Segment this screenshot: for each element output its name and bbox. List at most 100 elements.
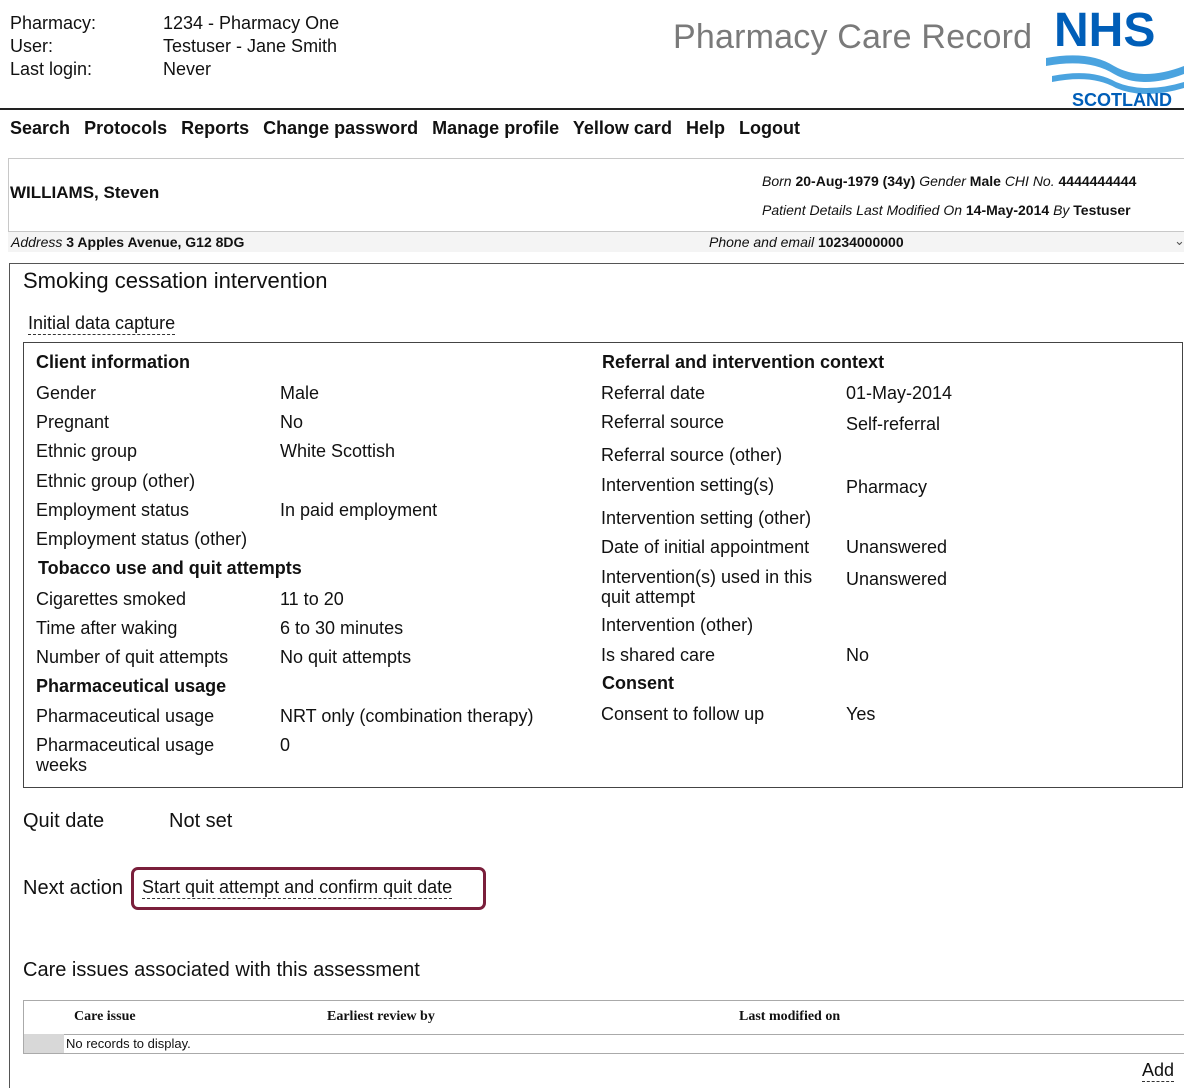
- user-label: User:: [10, 36, 54, 56]
- nav-manage-profile[interactable]: Manage profile: [432, 118, 559, 138]
- app-title: Pharmacy Care Record: [673, 18, 1033, 56]
- logo-nhs-text: NHS: [1054, 4, 1155, 57]
- field-value: NRT only (combination therapy): [280, 706, 534, 726]
- nav-search[interactable]: Search: [10, 118, 70, 138]
- field-value: 11 to 20: [280, 589, 344, 609]
- nav-protocols[interactable]: Protocols: [84, 118, 167, 138]
- field-label: Consent to follow up: [601, 704, 765, 724]
- nav-change-password[interactable]: Change password: [263, 118, 418, 138]
- field-label: Intervention setting(s): [601, 475, 775, 495]
- field-label: Is shared care: [601, 645, 716, 665]
- phone-line: Phone and email 10234000000: [709, 234, 904, 250]
- field-value: Pharmacy: [846, 477, 928, 497]
- patient-age: (34y): [882, 173, 916, 189]
- next-action-label: Next action: [23, 877, 124, 899]
- consent-heading: Consent: [602, 673, 674, 693]
- pharmacy-label: Pharmacy:: [10, 13, 97, 33]
- nav-help[interactable]: Help: [686, 118, 725, 138]
- field-value: No: [846, 645, 870, 665]
- field-label: Employment status (other): [36, 529, 248, 549]
- initial-data-capture-label[interactable]: Initial data capture: [28, 313, 176, 335]
- field-label: Pregnant: [36, 412, 110, 432]
- field-label: Time after waking: [36, 618, 178, 638]
- initial-data-capture-link[interactable]: Initial data capture: [28, 313, 176, 335]
- referral-heading: Referral and intervention context: [602, 352, 885, 372]
- address-line: Address 3 Apples Avenue, G12 8DG: [11, 234, 244, 250]
- modified-date: 14-May-2014: [965, 202, 1050, 218]
- login-value: Never: [163, 59, 212, 79]
- start-quit-attempt-link[interactable]: Start quit attempt and confirm quit date: [142, 877, 453, 899]
- col-earliest-review[interactable]: Earliest review by: [327, 1009, 435, 1025]
- row-selector: [24, 1034, 64, 1053]
- login-label: Last login:: [10, 59, 93, 79]
- patient-name: WILLIAMS, Steven: [10, 183, 160, 202]
- address-value: 3 Apples Avenue, G12 8DG: [66, 234, 245, 250]
- header-divider: [0, 108, 1184, 110]
- field-label: Referral date: [601, 383, 706, 403]
- field-value: Unanswered: [846, 569, 948, 589]
- gender-label: Gender: [919, 173, 966, 189]
- phone-value: 10234000000: [817, 234, 904, 250]
- add-care-issue-link[interactable]: Add: [1142, 1060, 1175, 1082]
- page-title: Smoking cessation intervention: [23, 268, 328, 293]
- logo-scotland-text: SCOTLAND: [1072, 90, 1172, 108]
- field-label: Cigarettes smoked: [36, 589, 187, 609]
- field-value: 6 to 30 minutes: [280, 618, 404, 638]
- field-value: Male: [280, 383, 320, 403]
- field-value: Yes: [846, 704, 876, 724]
- address-row: Address 3 Apples Avenue, G12 8DG Phone a…: [8, 231, 1184, 252]
- field-value: 01-May-2014: [846, 383, 953, 403]
- care-issues-title: Care issues associated with this assessm…: [23, 959, 420, 981]
- born-label: Born: [762, 173, 792, 189]
- patient-gender: Male: [969, 173, 1001, 189]
- empty-message: No records to display.: [66, 1036, 191, 1051]
- phone-label: Phone and email: [709, 234, 815, 250]
- field-value: White Scottish: [280, 441, 396, 461]
- field-label: Ethnic group: [36, 441, 138, 461]
- add-label[interactable]: Add: [1142, 1060, 1175, 1082]
- pharmacy-value: 1234 - Pharmacy One: [163, 13, 340, 33]
- nhs-scotland-logo: NHS SCOTLAND: [1044, 2, 1184, 110]
- field-value: 0: [280, 735, 291, 755]
- field-label: Intervention (other): [601, 615, 754, 635]
- field-value: Self-referral: [846, 414, 941, 434]
- field-value: No quit attempts: [280, 647, 412, 667]
- chi-number: 4444444444: [1058, 173, 1137, 189]
- field-label: Number of quit attempts: [36, 647, 229, 667]
- address-label: Address: [11, 234, 63, 250]
- field-label: Employment status: [36, 500, 190, 520]
- care-issues-table: Care issue Earliest review by Last modif…: [23, 1000, 1184, 1054]
- field-label: Referral source (other): [601, 445, 783, 465]
- main-nav: Search Protocols Reports Change password…: [10, 118, 809, 139]
- quit-date-label: Quit date: [23, 810, 105, 832]
- field-value: No: [280, 412, 304, 432]
- modified-label: Patient Details Last Modified On: [762, 202, 962, 218]
- user-value: Testuser - Jane Smith: [163, 36, 338, 56]
- login-row: Last login: Never: [10, 59, 211, 80]
- pharma-heading: Pharmaceutical usage: [36, 676, 227, 696]
- field-value: In paid employment: [280, 500, 438, 520]
- field-label: Ethnic group (other): [36, 471, 196, 491]
- start-quit-attempt-label[interactable]: Start quit attempt and confirm quit date: [142, 877, 453, 899]
- table-header: Care issue Earliest review by Last modif…: [24, 1001, 1184, 1035]
- chi-label: CHI No.: [1004, 173, 1055, 189]
- nav-yellow-card[interactable]: Yellow card: [573, 118, 672, 138]
- pharmacy-row: Pharmacy: 1234 - Pharmacy One: [10, 13, 339, 34]
- nav-reports[interactable]: Reports: [181, 118, 249, 138]
- field-label: Intervention setting (other): [601, 508, 812, 528]
- client-info-heading: Client information: [36, 352, 190, 372]
- field-label: Gender: [36, 383, 97, 403]
- field-label: Pharmaceutical usage: [36, 706, 215, 726]
- field-label: Intervention(s) used in this quit attemp…: [601, 567, 813, 607]
- by-label: By: [1053, 202, 1070, 218]
- field-value: Unanswered: [846, 537, 948, 557]
- patient-birth-info: Born 20-Aug-1979 (34y) Gender Male CHI N…: [762, 173, 1136, 189]
- field-label: Referral source: [601, 412, 725, 432]
- col-last-modified[interactable]: Last modified on: [739, 1009, 840, 1025]
- nav-logout[interactable]: Logout: [739, 118, 800, 138]
- chevron-down-icon[interactable]: ⌄: [1174, 233, 1184, 249]
- user-row: User: Testuser - Jane Smith: [10, 36, 337, 57]
- col-care-issue[interactable]: Care issue: [74, 1009, 136, 1025]
- quit-date-value: Not set: [169, 810, 233, 832]
- field-label: Date of initial appointment: [601, 537, 810, 557]
